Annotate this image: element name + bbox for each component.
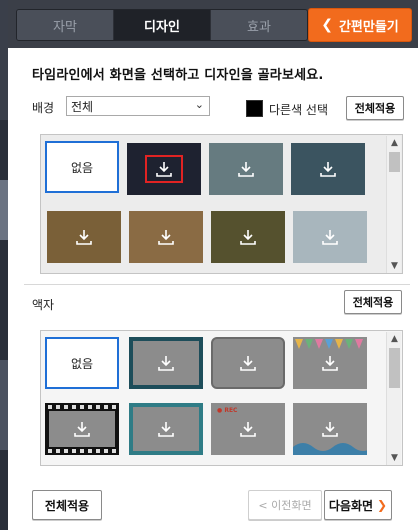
chevron-left-icon: ❮	[321, 17, 333, 33]
hover-highlight	[145, 155, 183, 183]
frame-tile-dark-teal[interactable]	[129, 337, 203, 389]
background-tile-none[interactable]: 없음	[45, 141, 119, 193]
background-grid: 없음 ▲ ▼	[40, 134, 403, 274]
quick-create-button[interactable]: ❮ 간편만들기	[308, 8, 412, 42]
wave-decoration	[293, 443, 367, 455]
download-icon	[238, 162, 254, 177]
none-label: 없음	[70, 356, 94, 371]
tab-effect[interactable]: 효과	[211, 10, 307, 40]
background-tile-sky[interactable]	[293, 211, 367, 263]
background-label: 배경	[32, 101, 55, 115]
frame-scrollbar[interactable]: ▲ ▼	[386, 332, 402, 465]
other-color-label[interactable]: 다른색 선택	[269, 101, 328, 118]
background-tile-dark[interactable]	[127, 143, 201, 195]
download-icon	[158, 356, 174, 371]
chevron-down-icon: ⌄	[194, 98, 204, 111]
download-icon	[158, 230, 174, 245]
next-screen-button[interactable]: 다음화면 ❯	[324, 490, 392, 520]
download-icon	[320, 162, 336, 177]
instruction-text: 타임라인에서 화면을 선택하고 디자인을 골라보세요.	[32, 68, 324, 83]
background-tile-slate[interactable]	[209, 143, 283, 195]
film-perforation	[48, 449, 116, 453]
background-tile-teal[interactable]	[291, 143, 365, 195]
quick-create-label: 간편만들기	[338, 19, 399, 35]
section-divider	[24, 284, 410, 285]
design-panel: 자막 디자인 효과 ❮ 간편만들기 타임라인에서 화면을 선택하고 디자인을 골…	[8, 0, 418, 530]
frame-tile-teal[interactable]	[129, 403, 203, 455]
color-swatch[interactable]	[246, 100, 263, 117]
background-tile-parchment-dark[interactable]	[47, 211, 121, 263]
rec-label: ● REC	[217, 407, 238, 414]
download-icon	[322, 422, 338, 437]
frame-grid: 없음 ● REC ▲ ▼	[40, 330, 403, 466]
background-scrollbar[interactable]: ▲ ▼	[386, 136, 402, 273]
frame-tile-none[interactable]: 없음	[45, 337, 119, 389]
select-value: 전체	[71, 99, 94, 114]
download-icon	[240, 230, 256, 245]
frame-tile-bunting[interactable]	[293, 337, 367, 389]
none-label: 없음	[70, 160, 94, 175]
chevron-right-icon: ❯	[377, 498, 388, 512]
frame-label: 액자	[32, 298, 55, 312]
scroll-up-icon[interactable]: ▲	[387, 332, 402, 346]
top-bar: 자막 디자인 효과 ❮ 간편만들기	[8, 0, 418, 48]
frame-tile-film[interactable]	[45, 403, 119, 455]
background-tile-parchment[interactable]	[129, 211, 203, 263]
scroll-down-icon[interactable]: ▼	[387, 259, 402, 273]
download-icon	[240, 422, 256, 437]
bunting-decoration	[295, 339, 363, 349]
download-icon	[74, 422, 90, 437]
frame-apply-all-button[interactable]: 전체적용	[344, 290, 402, 314]
background-apply-all-button[interactable]: 전체적용	[346, 96, 404, 120]
next-label: 다음화면	[328, 498, 374, 513]
frame-tile-ocean[interactable]	[293, 403, 367, 455]
download-icon	[76, 230, 92, 245]
film-perforation	[48, 405, 116, 409]
tab-design[interactable]: 디자인	[114, 10, 211, 40]
scroll-up-icon[interactable]: ▲	[387, 136, 402, 150]
tab-bar: 자막 디자인 효과	[16, 9, 308, 41]
scroll-down-icon[interactable]: ▼	[387, 451, 402, 465]
download-icon	[322, 230, 338, 245]
download-icon	[322, 356, 338, 371]
background-category-select[interactable]: 전체 ⌄	[66, 96, 210, 116]
background-tile-olive[interactable]	[211, 211, 285, 263]
background-app-strip	[0, 0, 8, 530]
prev-screen-button[interactable]: < 이전화면	[248, 490, 322, 520]
scroll-thumb[interactable]	[389, 152, 400, 172]
download-icon	[240, 356, 256, 371]
scroll-thumb[interactable]	[389, 348, 400, 388]
footer-apply-all-button[interactable]: 전체적용	[32, 490, 102, 520]
frame-tile-rec[interactable]: ● REC	[211, 403, 285, 455]
frame-tile-rounded[interactable]	[211, 337, 285, 389]
tab-subtitle[interactable]: 자막	[17, 10, 114, 40]
download-icon	[158, 422, 174, 437]
